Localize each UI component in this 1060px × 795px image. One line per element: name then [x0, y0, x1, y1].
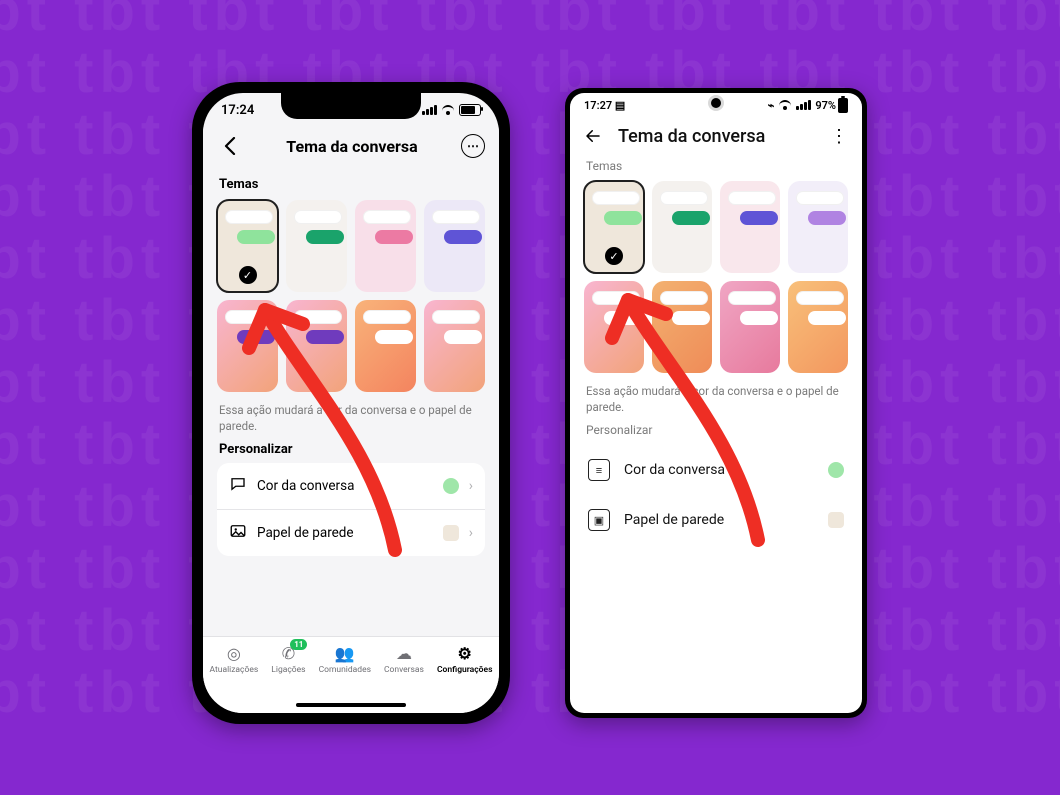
chat-color-label: Cor da conversa — [257, 478, 433, 494]
home-indicator — [296, 703, 406, 707]
themes-hint: Essa ação mudará a cor da conversa e o p… — [219, 402, 483, 434]
theme-option-default[interactable]: ✓ — [217, 200, 278, 292]
tab-calls[interactable]: ✆11 Ligações — [271, 643, 305, 675]
bluetooth-icon: ⌁ — [768, 99, 775, 112]
tab-settings[interactable]: ⚙ Configurações — [437, 643, 492, 675]
theme-option-2[interactable] — [286, 200, 347, 292]
theme-option-4[interactable] — [424, 200, 485, 292]
tab-updates[interactable]: ◎ Atualizações — [210, 643, 259, 675]
chevron-right-icon: › — [469, 525, 473, 541]
calls-badge: 11 — [290, 639, 307, 650]
theme-option-default[interactable]: ✓ — [584, 181, 644, 273]
chat-color-row[interactable]: Cor da conversa › — [217, 463, 485, 509]
chat-color-swatch — [828, 462, 844, 478]
tab-settings-label: Configurações — [437, 665, 492, 675]
signal-icon — [796, 100, 811, 110]
tab-chats-label: Conversas — [384, 665, 424, 675]
wallpaper-swatch — [828, 512, 844, 528]
back-button[interactable] — [217, 133, 243, 159]
customize-section-label: Personalizar — [219, 442, 483, 457]
page-title: Tema da conversa — [618, 126, 814, 147]
wallpaper-label: Papel de parede — [624, 512, 814, 528]
wallpaper-label: Papel de parede — [257, 525, 433, 541]
signal-icon — [422, 105, 437, 115]
back-button[interactable] — [582, 125, 604, 147]
wifi-icon — [778, 100, 792, 110]
iphone-frame: 17:24 Tema da conversa ⋯ Temas ✓ — [192, 82, 510, 724]
wallpaper-row[interactable]: Papel de parede › — [217, 509, 485, 556]
ios-status-time: 17:24 — [221, 103, 254, 118]
theme-option-5[interactable] — [584, 281, 644, 373]
sim-icon: ▤ — [615, 99, 625, 112]
iphone-screen: 17:24 Tema da conversa ⋯ Temas ✓ — [203, 93, 499, 713]
theme-option-2[interactable] — [652, 181, 712, 273]
theme-option-7[interactable] — [720, 281, 780, 373]
battery-icon — [459, 104, 481, 116]
themes-grid: ✓ — [584, 181, 848, 273]
themes-grid: ✓ — [217, 200, 485, 292]
status-icon: ◎ — [223, 643, 245, 663]
chat-bubble-icon — [229, 475, 247, 497]
gear-icon: ⚙ — [454, 643, 476, 663]
tab-updates-label: Atualizações — [210, 665, 259, 675]
themes-section-label: Temas — [219, 177, 483, 192]
theme-option-7[interactable] — [355, 300, 416, 392]
background-pattern — [0, 0, 1060, 795]
chat-color-row[interactable]: ≡ Cor da conversa — [584, 445, 848, 495]
theme-option-5[interactable] — [217, 300, 278, 392]
android-frame: 17:27 ▤ ⌁ 97% Tema da conversa ⋮ Temas — [565, 88, 867, 718]
chevron-left-icon — [224, 137, 236, 155]
chat-color-label: Cor da conversa — [624, 462, 814, 478]
more-button[interactable]: ⋮ — [828, 126, 850, 147]
themes-grid-row2 — [217, 300, 485, 392]
tab-chats[interactable]: ☁ Conversas — [384, 643, 424, 675]
themes-hint: Essa ação mudará a cor da conversa e o p… — [586, 383, 846, 415]
page-title: Tema da conversa — [286, 137, 417, 156]
theme-option-3[interactable] — [355, 200, 416, 292]
android-nav-header: Tema da conversa ⋮ — [570, 117, 862, 153]
chat-icon: ☁ — [393, 643, 415, 663]
android-screen: 17:27 ▤ ⌁ 97% Tema da conversa ⋮ Temas — [570, 93, 862, 713]
chat-bubble-icon: ≡ — [588, 459, 610, 481]
theme-option-6[interactable] — [286, 300, 347, 392]
iphone-notch — [281, 93, 421, 119]
android-status-time: 17:27 — [584, 99, 612, 112]
ios-tab-bar: ◎ Atualizações ✆11 Ligações 👥 Comunidade… — [203, 636, 499, 713]
customize-section-label: Personalizar — [586, 423, 846, 437]
theme-option-4[interactable] — [788, 181, 848, 273]
image-icon — [229, 522, 247, 544]
theme-option-6[interactable] — [652, 281, 712, 373]
themes-grid-row2 — [584, 281, 848, 373]
customize-card: Cor da conversa › Papel de parede › — [217, 463, 485, 556]
check-icon: ✓ — [239, 266, 257, 284]
wallpaper-swatch — [443, 525, 459, 541]
more-button[interactable]: ⋯ — [461, 134, 485, 158]
theme-option-8[interactable] — [424, 300, 485, 392]
check-icon: ✓ — [605, 247, 623, 265]
battery-icon — [838, 98, 848, 113]
android-camera-hole — [711, 98, 721, 108]
theme-option-3[interactable] — [720, 181, 780, 273]
wifi-icon — [441, 105, 455, 115]
chat-color-swatch — [443, 478, 459, 494]
wallpaper-row[interactable]: ▣ Papel de parede — [584, 495, 848, 545]
themes-section-label: Temas — [586, 159, 846, 173]
tab-communities-label: Comunidades — [319, 665, 371, 675]
phone-icon: ✆11 — [277, 643, 299, 663]
battery-percent: 97% — [815, 99, 836, 112]
ios-nav-header: Tema da conversa ⋯ — [203, 127, 499, 167]
battery-status: 97% — [815, 98, 848, 113]
tab-calls-label: Ligações — [271, 665, 305, 675]
tab-communities[interactable]: 👥 Comunidades — [319, 643, 371, 675]
arrow-left-icon — [584, 127, 602, 145]
chevron-right-icon: › — [469, 478, 473, 494]
wallpaper-icon: ▣ — [588, 509, 610, 531]
theme-option-8[interactable] — [788, 281, 848, 373]
people-icon: 👥 — [334, 643, 356, 663]
